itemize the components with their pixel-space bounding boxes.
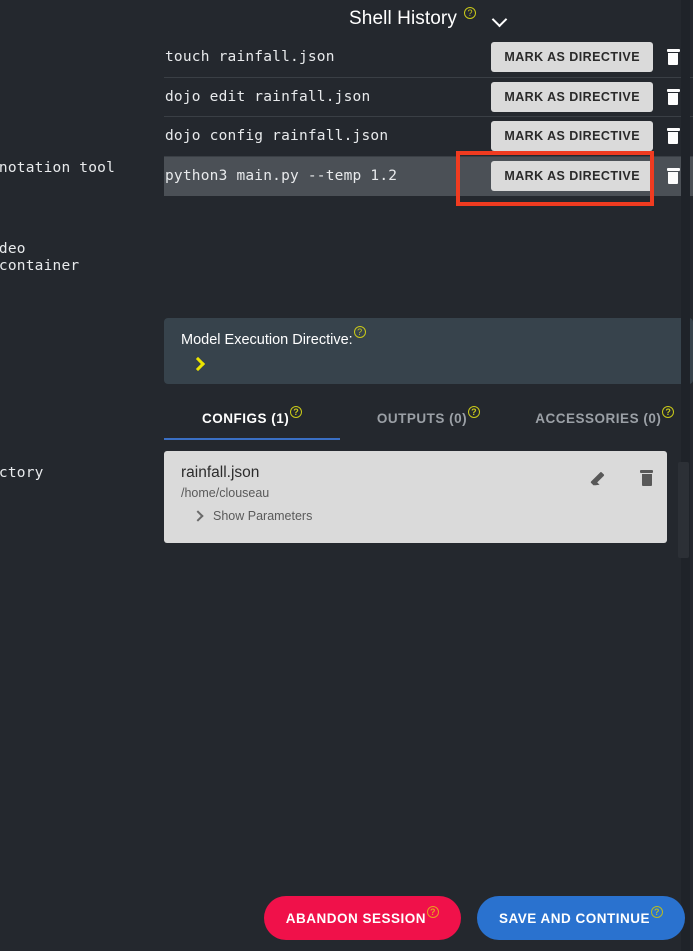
pencil-icon[interactable] (592, 469, 610, 487)
save-and-continue-label: SAVE AND CONTINUE (498, 910, 650, 926)
help-icon[interactable]: ? (662, 406, 675, 418)
left-text-fragment-2: ideo (0, 241, 26, 257)
model-execution-directive-panel: Model Execution Directive: ? (164, 318, 693, 384)
abandon-session-button[interactable]: ABANDON SESSION ? (263, 896, 461, 940)
tab-configs-label: CONFIGS (1) (202, 410, 290, 426)
app-root: nnotation tool ideo container ectory She… (0, 0, 693, 951)
show-parameters-toggle[interactable]: Show Parameters (193, 509, 667, 523)
trash-icon (666, 49, 680, 66)
trash-icon (666, 128, 680, 145)
table-row[interactable]: dojo edit rainfall.json MARK AS DIRECTIV… (164, 78, 693, 117)
directive-label: Model Execution Directive: ? (181, 326, 366, 348)
tab-accessories-label: ACCESSORIES (0) (535, 410, 662, 426)
shell-history-header: Shell History ? (164, 0, 693, 38)
help-icon[interactable]: ? (468, 406, 481, 418)
chevron-right-icon (193, 511, 204, 522)
left-text-fragment-3: container (0, 258, 80, 274)
tab-configs[interactable]: CONFIGS (1) ? (164, 396, 341, 440)
main-column: Shell History ? touch rainfall.json MARK… (164, 0, 693, 951)
show-parameters-label: Show Parameters (213, 509, 313, 523)
help-icon[interactable]: ? (651, 906, 663, 918)
shell-command-text: dojo config rainfall.json (165, 128, 389, 145)
page-title: Shell History (349, 8, 457, 29)
chevron-right-icon (192, 358, 204, 370)
mark-as-directive-button[interactable]: MARK AS DIRECTIVE (491, 121, 653, 152)
abandon-session-label: ABANDON SESSION (285, 910, 426, 926)
footer-actions: ABANDON SESSION ? SAVE AND CONTINUE ? (0, 885, 693, 951)
table-row[interactable]: dojo config rainfall.json MARK AS DIRECT… (164, 117, 693, 157)
left-terminal-strip: nnotation tool ideo container ectory (0, 0, 164, 951)
trash-icon (666, 167, 680, 184)
help-icon[interactable]: ? (463, 7, 476, 19)
trash-icon (666, 88, 680, 105)
config-list-scrollbar[interactable] (678, 462, 689, 558)
mark-as-directive-button[interactable]: MARK AS DIRECTIVE (491, 160, 653, 191)
directive-label-text: Model Execution Directive: (181, 332, 353, 348)
tab-bar: CONFIGS (1) ? OUTPUTS (0) ? ACCESSORIES … (164, 396, 693, 440)
mark-as-directive-button[interactable]: MARK AS DIRECTIVE (491, 42, 653, 73)
help-icon[interactable]: ? (290, 406, 303, 418)
shell-command-text: python3 main.py --temp 1.2 (165, 167, 398, 184)
chevron-down-icon[interactable] (492, 11, 508, 27)
save-and-continue-button[interactable]: SAVE AND CONTINUE ? (476, 896, 685, 940)
trash-icon[interactable] (640, 470, 653, 486)
shell-history-list: touch rainfall.json MARK AS DIRECTIVE do… (164, 38, 693, 196)
config-card: rainfall.json /home/clouseau Show Parame… (164, 451, 667, 543)
shell-command-text: dojo edit rainfall.json (165, 88, 371, 105)
left-text-fragment-4: ectory (0, 465, 44, 481)
tab-outputs-label: OUTPUTS (0) (376, 410, 468, 426)
config-card-actions (592, 469, 653, 487)
help-icon[interactable]: ? (353, 326, 366, 338)
help-icon[interactable]: ? (426, 906, 439, 918)
table-row-selected[interactable]: python3 main.py --temp 1.2 MARK AS DIREC… (164, 156, 693, 196)
config-file-path: /home/clouseau (181, 486, 270, 500)
left-text-fragment-1: nnotation tool (0, 160, 116, 176)
mark-as-directive-button[interactable]: MARK AS DIRECTIVE (491, 81, 653, 112)
tab-accessories[interactable]: ACCESSORIES (0) ? (517, 396, 693, 440)
table-row[interactable]: touch rainfall.json MARK AS DIRECTIVE (164, 38, 693, 78)
shell-command-text: touch rainfall.json (165, 49, 335, 66)
tab-outputs[interactable]: OUTPUTS (0) ? (340, 396, 516, 440)
